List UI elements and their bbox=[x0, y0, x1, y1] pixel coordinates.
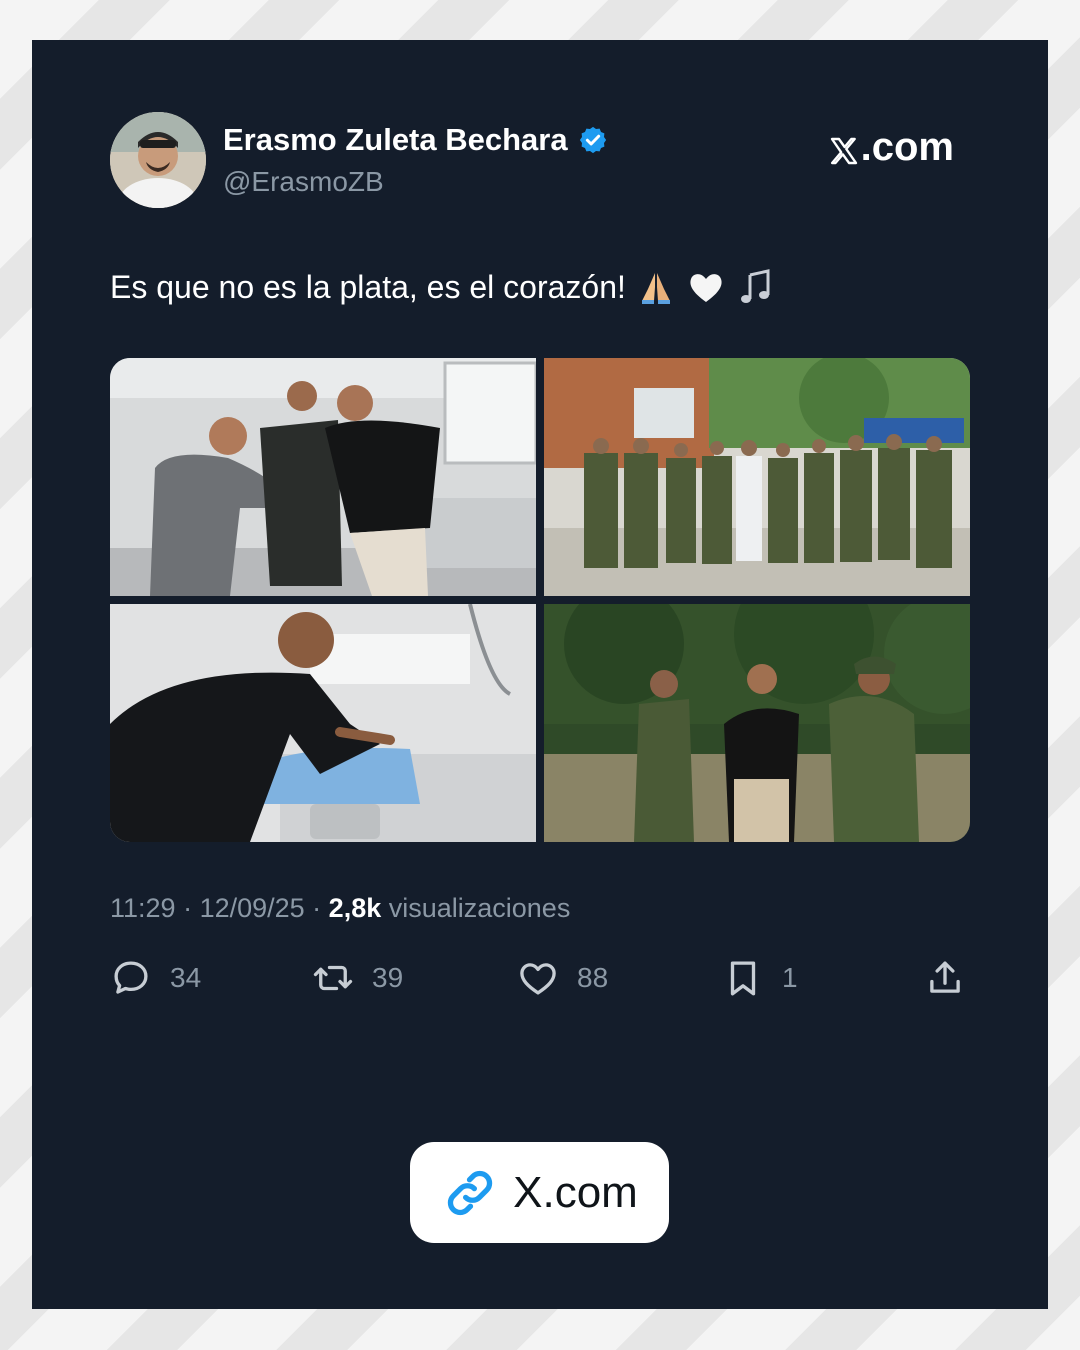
views-count: 2,8k bbox=[328, 893, 382, 923]
tweet-card: Erasmo Zuleta Bechara @ErasmoZB .com Es … bbox=[32, 40, 1048, 1309]
tweet-time[interactable]: 11:29 bbox=[110, 893, 176, 923]
bookmark-icon bbox=[730, 961, 756, 996]
retweet-count: 39 bbox=[372, 962, 404, 993]
bookmark-button[interactable]: 1 bbox=[722, 957, 798, 999]
avatar[interactable] bbox=[110, 112, 206, 208]
x-logo-icon bbox=[828, 132, 860, 164]
like-button[interactable]: 88 bbox=[517, 957, 608, 999]
share-icon bbox=[930, 961, 960, 993]
bookmark-count: 1 bbox=[782, 962, 798, 993]
tweet-meta: 11:29 · 12/09/25 · 2,8k visualizaciones bbox=[110, 893, 570, 924]
views-label: visualizaciones bbox=[381, 893, 571, 923]
musical-notes-emoji bbox=[736, 267, 776, 307]
meta-separator: · bbox=[175, 893, 200, 923]
photo-hospital-handshake[interactable] bbox=[110, 358, 536, 596]
folded-hands-emoji bbox=[636, 267, 676, 307]
tweet-actions: 34 39 88 1 bbox=[110, 957, 970, 1007]
tweet-date[interactable]: 12/09/25 bbox=[200, 893, 305, 923]
link-label: X.com bbox=[513, 1167, 638, 1217]
author-name-row[interactable]: Erasmo Zuleta Bechara bbox=[223, 122, 608, 158]
photo-hospital-bedside[interactable] bbox=[110, 604, 536, 842]
x-link-button[interactable]: X.com bbox=[410, 1142, 669, 1243]
x-brand-header: .com bbox=[828, 125, 954, 170]
white-heart-emoji bbox=[686, 267, 726, 307]
reply-count: 34 bbox=[170, 962, 202, 993]
tweet-body: Es que no es la plata, es el corazón! bbox=[110, 268, 626, 305]
retweet-button[interactable]: 39 bbox=[312, 957, 403, 999]
media-grid bbox=[110, 358, 970, 842]
reply-icon bbox=[114, 961, 148, 994]
like-count: 88 bbox=[577, 962, 609, 993]
author-handle[interactable]: @ErasmoZB bbox=[223, 166, 384, 198]
author-name[interactable]: Erasmo Zuleta Bechara bbox=[223, 122, 568, 158]
meta-separator: · bbox=[304, 893, 329, 923]
photo-police-group[interactable] bbox=[544, 358, 970, 596]
tweet-text: Es que no es la plata, es el corazón! bbox=[110, 267, 776, 307]
reply-button[interactable]: 34 bbox=[110, 957, 201, 999]
retweet-icon bbox=[313, 965, 353, 991]
brand-label: .com bbox=[860, 125, 954, 169]
photo-army-walk[interactable] bbox=[544, 604, 970, 842]
share-button[interactable] bbox=[924, 957, 966, 999]
verified-badge-icon bbox=[578, 125, 608, 155]
heart-icon bbox=[520, 963, 556, 995]
link-icon bbox=[447, 1170, 493, 1215]
